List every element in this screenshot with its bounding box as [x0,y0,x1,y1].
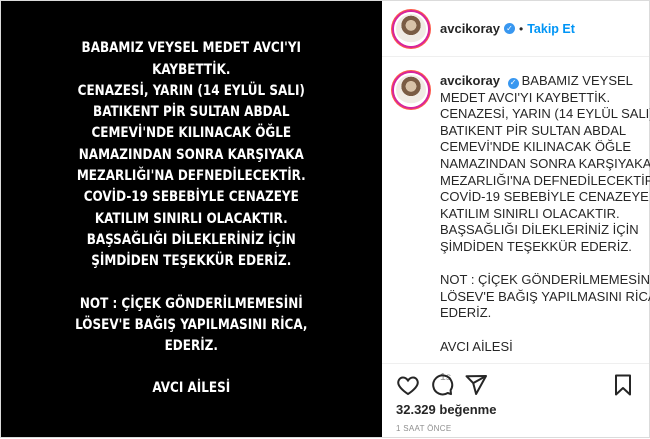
image-text-line: CEMEVİ'NDE KILINACAK ÖĞLE [91,125,292,142]
post-image[interactable]: BABAMIZ VEYSEL MEDET AVCI'YI KAYBETTİK. CE… [1,1,382,437]
image-text-line: NAMAZINDAN SONRA KARŞIYAKA [78,146,305,163]
caption-line: CEMEVİ'NDE KILINACAK ÖĞLE [440,139,632,155]
bookmark-icon[interactable] [611,373,635,397]
caption-line: BATIKENT PİR SULTAN ABDAL [440,122,627,138]
post-frame: BABAMIZ VEYSEL MEDET AVCI'YI KAYBETTİK. CE… [0,0,650,438]
caption-line: NAMAZINDAN SONRA KARŞIYAKA [440,155,650,171]
caption-line: COVİD-19 SEBEBİYLE CENAZEYE [440,189,649,205]
post-image-text: BABAMIZ VEYSEL MEDET AVCI'YI KAYBETTİK. CE… [62,38,320,399]
comment-icon[interactable] [430,373,454,397]
image-text-line: KATILIM SINIRLI OLACAKTIR. [95,210,288,227]
image-text-line: COVİD-19 SEBEBİYLE CENAZEYE [83,189,300,206]
verified-badge-icon: ✓ [507,77,519,89]
likes-count[interactable]: 32.329 beğenme [396,402,635,417]
caption-line: MEDET AVCI'YI KAYBETTİK. [440,89,611,105]
caption-text: avcikoray ✓ BABAMIZ VEYSEL MEDET AVCI'YI … [440,73,650,355]
image-text-gap [75,273,307,294]
follow-button[interactable]: Takip Et [527,22,575,36]
image-text-line: LÖSEV'E BAĞIŞ YAPILMASINI RİCA, [75,316,308,333]
caption-line: NOT : ÇİÇEK GÖNDERİLMEMESİNİ [440,272,650,288]
caption-line: ŞİMDİDEN TEŞEKKÜR EDERİZ. [440,238,632,254]
caption-first-line: avcikoray ✓ BABAMIZ VEYSEL [440,73,650,90]
image-text-line: MEZARLIĞI'NA DEFNEDİLECEKTİR. [77,168,306,185]
post-time-ago[interactable]: 1 SAAT ÖNCE [396,424,635,433]
post-sidebar: avcikoray ✓ • Takip Et avcikoray ✓ BABAMI… [382,1,650,439]
caption-gap [440,322,650,339]
image-text-line: BATIKENT PİR SULTAN ABDAL [93,104,290,121]
caption-line: CENAZESİ, YARIN (14 EYLÜL SALI) [440,106,650,122]
caption-first-line-text: BABAMIZ VEYSEL [521,73,633,88]
post-header: avcikoray ✓ • Takip Et [382,1,649,57]
avatar[interactable] [394,11,428,46]
caption-username[interactable]: avcikoray [440,73,500,88]
image-text-line: BAŞSAĞLIĞI DİLEKLERİNİZ İÇİN [86,231,297,248]
caption: avcikoray ✓ BABAMIZ VEYSEL MEDET AVCI'YI … [382,57,650,386]
image-text-line: EDERİZ. [164,338,219,355]
image-text-line: AVCI AİLESİ [152,380,231,397]
caption-gap [440,256,650,273]
image-text-gap [75,357,307,378]
caption-line: KATILIM SINIRLI OLACAKTIR. [440,205,620,221]
caption-line: AVCI AİLESİ [440,338,513,354]
heart-icon[interactable] [396,373,420,397]
image-text-line: KAYBETTİK. [152,61,231,78]
caption-avatar[interactable] [394,73,428,107]
header-username[interactable]: avcikoray [440,21,500,36]
image-text-line: ŞİMDİDEN TEŞEKKÜR EDERİZ. [91,253,292,270]
separator-dot: • [519,21,524,36]
verified-badge-icon: ✓ [504,23,515,34]
image-text-line: CENAZESİ, YARIN (14 EYLÜL SALI) [77,82,306,99]
image-text-line: BABAMIZ VEYSEL MEDET AVCI'YI [81,40,302,57]
caption-line: BAŞSAĞLIĞI DİLEKLERİNİZ İÇİN [440,222,639,238]
caption-line: MEZARLIĞI'NA DEFNEDİLECEKTİR. [440,172,650,188]
image-text-line: NOT : ÇİÇEK GÖNDERİLMEMESİNİ [80,295,303,312]
caption-line: EDERİZ. [440,305,492,321]
caption-line: LÖSEV'E BAĞIŞ YAPILMASINI RİCA, [440,288,650,304]
actions-bar: 32.329 beğenme 1 SAAT ÖNCE [382,363,649,439]
share-icon[interactable] [464,373,488,397]
